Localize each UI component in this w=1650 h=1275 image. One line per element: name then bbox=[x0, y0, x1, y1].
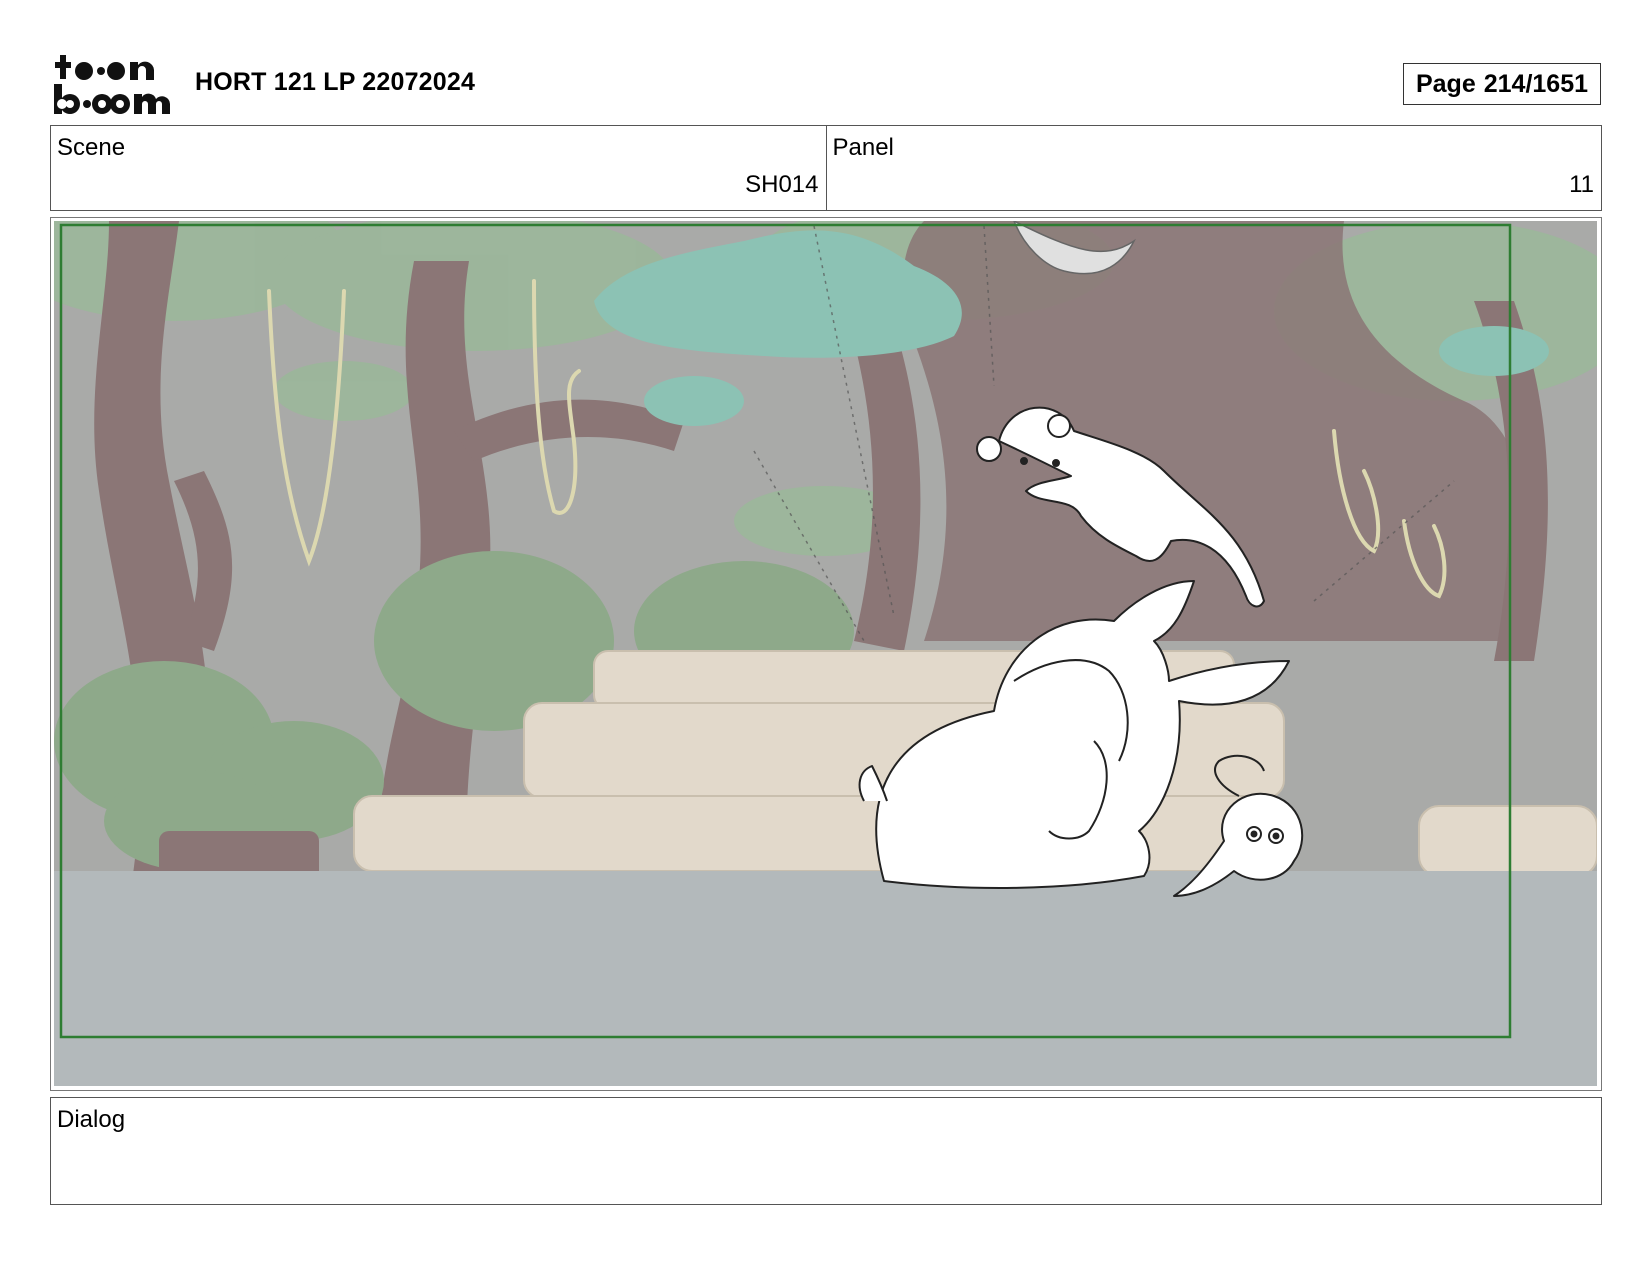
page-number: 214/1651 bbox=[1483, 70, 1589, 98]
toon-boom-logo bbox=[54, 55, 170, 114]
scene-cell: Scene SH014 bbox=[51, 126, 826, 210]
panel-value: 11 bbox=[1569, 171, 1594, 198]
storyboard-drawing bbox=[54, 221, 1597, 1086]
scene-value: SH014 bbox=[745, 171, 819, 198]
page-indicator: Page 214/1651 bbox=[1403, 63, 1601, 105]
document-title: HORT 121 LP 22072024 bbox=[195, 68, 476, 96]
dialog-box: Dialog bbox=[50, 1097, 1602, 1205]
page-label: Page bbox=[1415, 70, 1476, 98]
scene-label: Scene bbox=[57, 134, 126, 161]
dialog-label: Dialog bbox=[57, 1106, 126, 1133]
panel-cell: Panel 11 bbox=[825, 126, 1602, 210]
panel-label: Panel bbox=[832, 134, 894, 161]
scene-panel-row: Scene SH014 Panel 11 bbox=[50, 125, 1602, 211]
storyboard-panel-image bbox=[50, 217, 1602, 1091]
